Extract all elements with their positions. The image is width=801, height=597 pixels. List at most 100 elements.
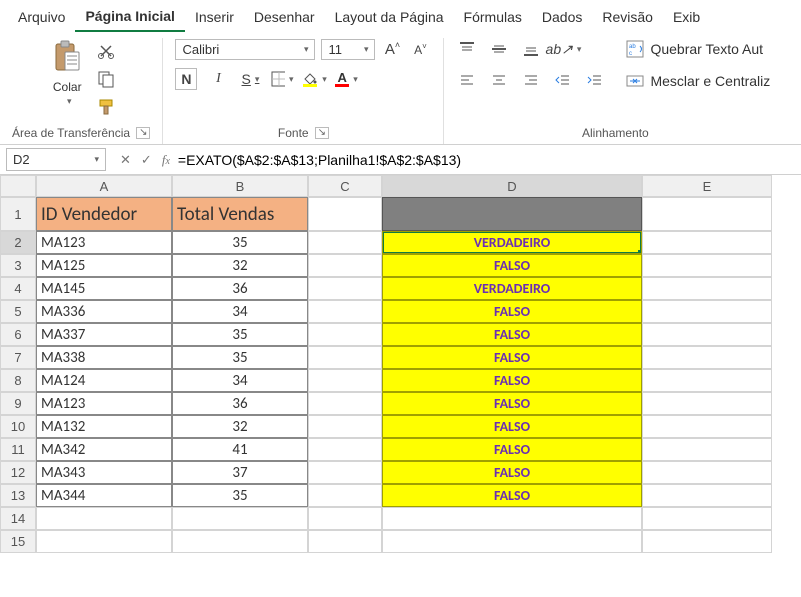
cell[interactable]: 36 (172, 277, 308, 300)
cell[interactable]: MA336 (36, 300, 172, 323)
increase-indent-button[interactable] (584, 70, 606, 92)
cell[interactable]: FALSO (382, 369, 642, 392)
row-header[interactable]: 5 (0, 300, 36, 323)
cell[interactable]: VERDADEIRO (382, 277, 642, 300)
menu-pagina-inicial[interactable]: Página Inicial (75, 4, 184, 32)
col-header-d[interactable]: D (382, 175, 642, 197)
cell[interactable]: 34 (172, 300, 308, 323)
cell[interactable] (36, 530, 172, 553)
cell[interactable] (308, 461, 382, 484)
cell[interactable] (642, 346, 772, 369)
cancel-formula-button[interactable]: ✕ (120, 152, 131, 168)
cell[interactable] (642, 392, 772, 415)
menu-dados[interactable]: Dados (532, 5, 592, 31)
italic-button[interactable]: I (207, 68, 229, 90)
cell[interactable]: MA132 (36, 415, 172, 438)
cell[interactable]: 34 (172, 369, 308, 392)
cell[interactable]: MA145 (36, 277, 172, 300)
cell[interactable] (642, 530, 772, 553)
cell[interactable]: MA344 (36, 484, 172, 507)
row-header[interactable]: 1 (0, 197, 36, 231)
cell[interactable]: Total Vendas (172, 197, 308, 231)
cell[interactable] (308, 392, 382, 415)
name-box[interactable]: D2 ▾ (6, 148, 106, 171)
cell[interactable] (642, 300, 772, 323)
row-header[interactable]: 13 (0, 484, 36, 507)
cell[interactable]: 35 (172, 231, 308, 254)
menu-formulas[interactable]: Fórmulas (454, 5, 532, 31)
align-middle-button[interactable] (488, 38, 510, 60)
row-header[interactable]: 12 (0, 461, 36, 484)
borders-button[interactable]: ▾ (271, 68, 293, 90)
decrease-font-button[interactable]: A˅ (409, 38, 431, 60)
cell[interactable] (308, 197, 382, 231)
cell[interactable] (308, 530, 382, 553)
paste-button[interactable]: Colar ▾ (45, 38, 89, 109)
cell[interactable]: FALSO (382, 461, 642, 484)
menu-inserir[interactable]: Inserir (185, 5, 244, 31)
cell[interactable]: MA342 (36, 438, 172, 461)
cell[interactable]: MA343 (36, 461, 172, 484)
align-right-button[interactable] (520, 70, 542, 92)
menu-desenhar[interactable]: Desenhar (244, 5, 325, 31)
col-header-b[interactable]: B (172, 175, 308, 197)
cell[interactable]: ID Vendedor (36, 197, 172, 231)
row-header[interactable]: 6 (0, 323, 36, 346)
align-top-button[interactable] (456, 38, 478, 60)
cell[interactable]: MA123 (36, 392, 172, 415)
row-header[interactable]: 15 (0, 530, 36, 553)
cell[interactable] (172, 530, 308, 553)
col-header-c[interactable]: C (308, 175, 382, 197)
cell[interactable] (642, 197, 772, 231)
cell[interactable] (308, 231, 382, 254)
cell[interactable] (382, 530, 642, 553)
cell[interactable] (308, 438, 382, 461)
fx-icon[interactable]: fx (162, 152, 170, 168)
copy-button[interactable] (95, 68, 117, 90)
row-header[interactable]: 7 (0, 346, 36, 369)
cell[interactable] (36, 507, 172, 530)
cell[interactable]: FALSO (382, 323, 642, 346)
cell[interactable]: 35 (172, 484, 308, 507)
cell[interactable]: FALSO (382, 392, 642, 415)
cell[interactable] (642, 438, 772, 461)
align-center-button[interactable] (488, 70, 510, 92)
fill-color-button[interactable]: ▾ (303, 68, 325, 90)
cell[interactable]: 35 (172, 323, 308, 346)
cell[interactable] (308, 415, 382, 438)
row-header[interactable]: 14 (0, 507, 36, 530)
row-header[interactable]: 11 (0, 438, 36, 461)
increase-font-button[interactable]: A˄ (381, 38, 403, 60)
cell[interactable] (382, 197, 642, 231)
menu-revisao[interactable]: Revisão (592, 5, 663, 31)
row-header[interactable]: 8 (0, 369, 36, 392)
cell[interactable] (308, 484, 382, 507)
col-header-a[interactable]: A (36, 175, 172, 197)
underline-button[interactable]: S▾ (239, 68, 261, 90)
dialog-launcher-icon[interactable]: ↘ (315, 127, 329, 139)
menu-arquivo[interactable]: Arquivo (8, 5, 75, 31)
cell[interactable]: 36 (172, 392, 308, 415)
cut-button[interactable] (95, 40, 117, 62)
cell[interactable] (642, 415, 772, 438)
cell[interactable]: MA124 (36, 369, 172, 392)
cell[interactable]: 41 (172, 438, 308, 461)
row-header[interactable]: 3 (0, 254, 36, 277)
cell[interactable] (642, 231, 772, 254)
cell[interactable]: MA125 (36, 254, 172, 277)
active-cell[interactable]: VERDADEIRO (382, 231, 642, 254)
bold-button[interactable]: N (175, 68, 197, 90)
font-color-button[interactable]: A ▾ (335, 68, 357, 90)
cell[interactable]: FALSO (382, 254, 642, 277)
merge-center-button[interactable]: Mesclar e Centraliz (622, 70, 774, 92)
spreadsheet-grid[interactable]: A B C D E 1 ID Vendedor Total Vendas 2 M… (0, 175, 801, 553)
cell[interactable] (642, 323, 772, 346)
row-header[interactable]: 9 (0, 392, 36, 415)
orientation-button[interactable]: ab↗▾ (552, 38, 574, 60)
wrap-text-button[interactable]: abc Quebrar Texto Aut (622, 38, 774, 60)
dialog-launcher-icon[interactable]: ↘ (136, 127, 150, 139)
menu-layout[interactable]: Layout da Página (325, 5, 454, 31)
row-header[interactable]: 4 (0, 277, 36, 300)
cell[interactable] (382, 507, 642, 530)
cell[interactable] (172, 507, 308, 530)
